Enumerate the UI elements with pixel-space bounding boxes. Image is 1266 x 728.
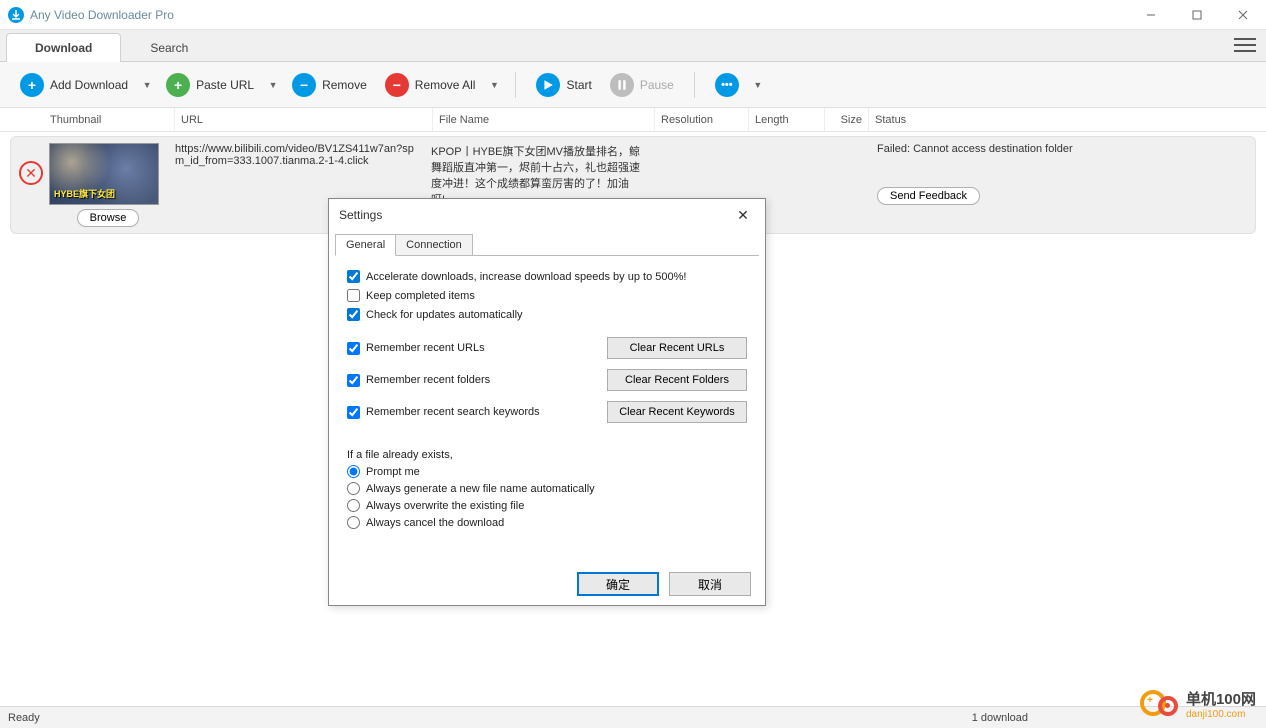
dialog-body: Accelerate downloads, increase download … [329, 256, 765, 563]
add-download-button[interactable]: + Add Download [14, 69, 134, 101]
watermark-icon: + [1140, 686, 1180, 726]
start-button[interactable]: Start [530, 69, 597, 101]
dialog-tabs: General Connection [335, 233, 759, 256]
menu-icon[interactable] [1234, 36, 1256, 54]
radio-prompt-label: Prompt me [366, 466, 420, 478]
send-feedback-button[interactable]: Send Feedback [877, 187, 980, 205]
clear-folders-button[interactable]: Clear Recent Folders [607, 369, 747, 391]
keep-completed-checkbox[interactable] [347, 289, 360, 302]
radio-overwrite[interactable] [347, 499, 360, 512]
window-controls [1128, 0, 1266, 30]
pause-button[interactable]: Pause [604, 69, 680, 101]
accelerate-label: Accelerate downloads, increase download … [366, 271, 686, 283]
add-download-label: Add Download [50, 78, 128, 92]
accelerate-checkbox[interactable] [347, 270, 360, 283]
titlebar: Any Video Downloader Pro [0, 0, 1266, 30]
thumbnail: HYBE旗下女团 [49, 143, 159, 205]
col-thumbnail[interactable]: Thumbnail [44, 108, 174, 131]
main-tabs: Download Search [0, 30, 1266, 62]
status-ready: Ready [8, 712, 40, 724]
remember-folders-label: Remember recent folders [366, 374, 490, 386]
radio-prompt[interactable] [347, 465, 360, 478]
plus-icon: + [166, 73, 190, 97]
more-button[interactable]: ••• [709, 69, 745, 101]
minus-icon: − [292, 73, 316, 97]
check-updates-label: Check for updates automatically [366, 309, 523, 321]
radio-cancel[interactable] [347, 516, 360, 529]
app-title: Any Video Downloader Pro [30, 8, 174, 22]
dialog-titlebar: Settings ✕ [329, 199, 765, 231]
toolbar: + Add Download ▼ + Paste URL ▼ − Remove … [0, 62, 1266, 108]
remove-button[interactable]: − Remove [286, 69, 373, 101]
watermark: + 单机100网 danji100.com [1140, 686, 1256, 726]
paste-url-dropdown[interactable]: ▼ [266, 80, 280, 90]
dots-icon: ••• [715, 73, 739, 97]
app-icon [8, 7, 24, 23]
settings-dialog: Settings ✕ General Connection Accelerate… [328, 198, 766, 606]
more-dropdown[interactable]: ▼ [751, 80, 765, 90]
remember-urls-label: Remember recent URLs [366, 342, 485, 354]
watermark-url: danji100.com [1186, 709, 1256, 720]
clear-urls-button[interactable]: Clear Recent URLs [607, 337, 747, 359]
status-count: 1 download [972, 712, 1028, 724]
maximize-button[interactable] [1174, 0, 1220, 30]
column-headers: Thumbnail URL File Name Resolution Lengt… [0, 108, 1266, 132]
keep-completed-label: Keep completed items [366, 290, 475, 302]
col-url[interactable]: URL [174, 108, 432, 131]
remember-urls-checkbox[interactable] [347, 342, 360, 355]
plus-icon: + [20, 73, 44, 97]
pause-icon [610, 73, 634, 97]
tab-connection[interactable]: Connection [396, 234, 473, 256]
tab-general[interactable]: General [335, 234, 396, 256]
paste-url-button[interactable]: + Paste URL [160, 69, 260, 101]
toolbar-separator [515, 72, 516, 98]
start-label: Start [566, 78, 591, 92]
file-exists-label: If a file already exists, [347, 449, 747, 461]
dialog-footer: 确定 取消 [329, 563, 765, 605]
row-url: https://www.bilibili.com/video/BV1ZS411w… [175, 143, 431, 167]
browse-button[interactable]: Browse [77, 209, 140, 227]
row-status: Failed: Cannot access destination folder [869, 143, 1249, 155]
remember-folders-checkbox[interactable] [347, 374, 360, 387]
remember-keywords-label: Remember recent search keywords [366, 406, 540, 418]
radio-newname[interactable] [347, 482, 360, 495]
radio-newname-label: Always generate a new file name automati… [366, 483, 595, 495]
dialog-title: Settings [339, 208, 382, 222]
toolbar-separator [694, 72, 695, 98]
remove-all-label: Remove All [415, 78, 476, 92]
remove-all-dropdown[interactable]: ▼ [487, 80, 501, 90]
paste-url-label: Paste URL [196, 78, 254, 92]
remember-keywords-checkbox[interactable] [347, 406, 360, 419]
remove-all-button[interactable]: − Remove All [379, 69, 482, 101]
col-filename[interactable]: File Name [432, 108, 654, 131]
radio-cancel-label: Always cancel the download [366, 517, 504, 529]
delete-row-icon[interactable]: ✕ [19, 161, 43, 185]
pause-label: Pause [640, 78, 674, 92]
statusbar: Ready 1 download [0, 706, 1266, 728]
col-status[interactable]: Status [868, 108, 1266, 131]
dialog-close-icon[interactable]: ✕ [731, 203, 755, 227]
add-download-dropdown[interactable]: ▼ [140, 80, 154, 90]
minimize-button[interactable] [1128, 0, 1174, 30]
radio-overwrite-label: Always overwrite the existing file [366, 500, 524, 512]
watermark-name: 单机100网 [1186, 692, 1256, 709]
check-updates-checkbox[interactable] [347, 308, 360, 321]
col-resolution[interactable]: Resolution [654, 108, 748, 131]
tab-download[interactable]: Download [6, 33, 121, 62]
cancel-button[interactable]: 取消 [669, 572, 751, 596]
col-length[interactable]: Length [748, 108, 824, 131]
minus-icon: − [385, 73, 409, 97]
remove-label: Remove [322, 78, 367, 92]
col-size[interactable]: Size [824, 108, 868, 131]
clear-keywords-button[interactable]: Clear Recent Keywords [607, 401, 747, 423]
close-button[interactable] [1220, 0, 1266, 30]
ok-button[interactable]: 确定 [577, 572, 659, 596]
thumbnail-overlay: HYBE旗下女团 [54, 187, 154, 200]
play-icon [536, 73, 560, 97]
tab-search[interactable]: Search [121, 33, 217, 62]
